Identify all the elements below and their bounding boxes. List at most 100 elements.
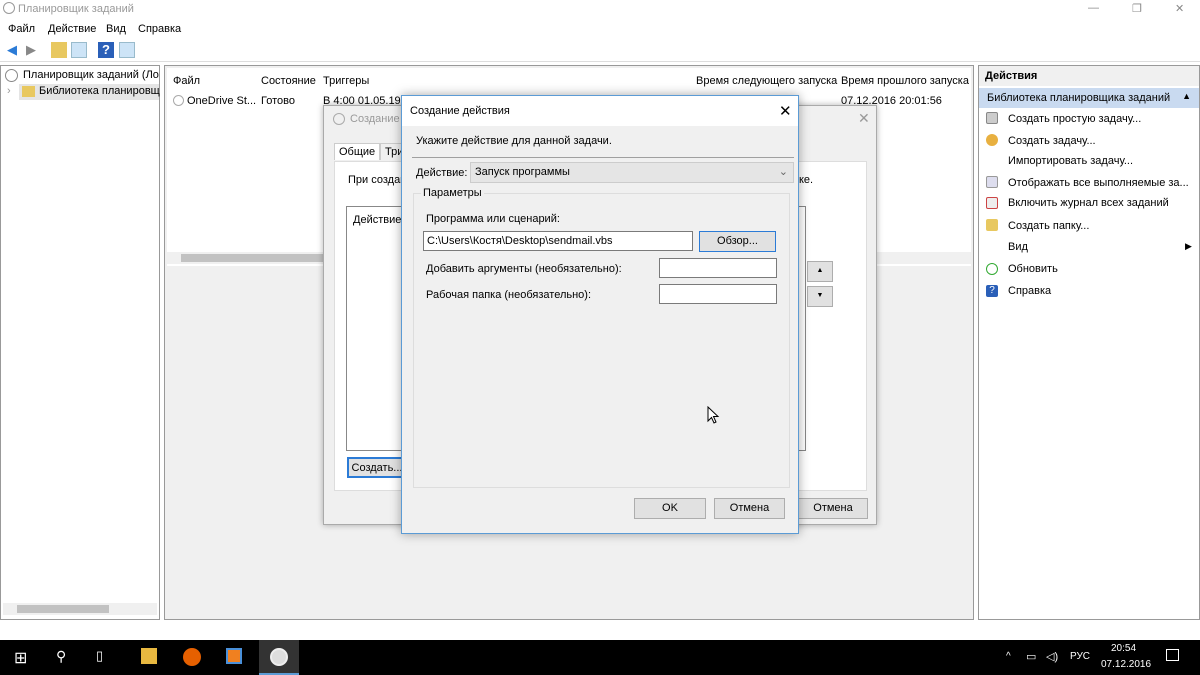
- volume-icon[interactable]: ◁): [1046, 650, 1058, 663]
- arguments-input[interactable]: [659, 258, 777, 278]
- new-folder-icon: [986, 219, 998, 231]
- dialog-description-end: ке.: [799, 174, 814, 186]
- dialog-title: Создание действия: [410, 105, 510, 117]
- column-header-last-run[interactable]: Время прошлого запуска: [841, 75, 969, 87]
- enable-log-icon: [986, 197, 998, 209]
- network-icon[interactable]: ▭: [1026, 650, 1036, 663]
- search-icon[interactable]: ⚲: [56, 648, 66, 665]
- forward-arrow-icon[interactable]: ▶: [23, 42, 39, 58]
- action-display-running[interactable]: Отображать все выполняемые за...: [1008, 177, 1189, 189]
- action-label: Действие:: [416, 167, 468, 179]
- cancel-button[interactable]: Отмена: [714, 498, 785, 519]
- new-action-dialog: Создание действия ✕ Укажите действие для…: [401, 95, 799, 534]
- file-explorer-icon[interactable]: [141, 648, 157, 664]
- clock-date[interactable]: 07.12.2016: [1101, 659, 1151, 670]
- chevron-down-icon: ⌄: [778, 166, 788, 178]
- taskbar: ⊞ ⚲ ▯ ^ ▭ ◁) РУС 20:54 07.12.2016: [0, 640, 1200, 675]
- help-icon: ?: [986, 285, 998, 297]
- language-indicator[interactable]: РУС: [1070, 651, 1090, 662]
- start-windows-icon[interactable]: ⊞: [14, 648, 27, 668]
- action-type-select[interactable]: Запуск программы ⌄: [470, 162, 794, 183]
- cancel-button[interactable]: Отмена: [798, 498, 868, 519]
- menu-help[interactable]: Справка: [138, 23, 181, 35]
- create-basic-task-icon: [986, 112, 998, 124]
- dialog-title-bar: Создание действия ✕: [402, 96, 798, 126]
- media-player-icon[interactable]: [226, 648, 242, 664]
- close-icon[interactable]: ✕: [779, 102, 792, 120]
- show-hide-tree-icon[interactable]: [71, 42, 87, 58]
- tree-item-library[interactable]: › Библиотека планировщ: [7, 84, 160, 100]
- ok-button[interactable]: OK: [634, 498, 706, 519]
- maximize-button[interactable]: ❐: [1132, 2, 1142, 15]
- actions-title: Действия: [979, 66, 1199, 86]
- collapse-icon[interactable]: ▲: [1182, 91, 1191, 101]
- actions-section-header[interactable]: Библиотека планировщика заданий ▲: [979, 88, 1199, 108]
- chevron-right-icon[interactable]: ›: [7, 85, 11, 97]
- show-hide-action-pane-icon[interactable]: [119, 42, 135, 58]
- move-up-button[interactable]: ▲: [807, 261, 833, 282]
- toolbar: ◀ ▶ ?: [0, 40, 1200, 62]
- tree-pane: Планировщик заданий (Лок › Библиотека пл…: [0, 65, 160, 620]
- dialog-title: Создание з: [350, 113, 408, 125]
- dialog-instruction: Укажите действие для данной задачи.: [416, 135, 612, 147]
- create-button[interactable]: Создать...: [347, 457, 407, 478]
- task-view-icon[interactable]: ▯: [96, 648, 103, 664]
- tab-general[interactable]: Общие: [334, 143, 381, 160]
- folder-clock-icon: [22, 86, 35, 97]
- column-header-next-run[interactable]: Время следующего запуска: [696, 75, 837, 87]
- action-refresh[interactable]: Обновить: [1008, 263, 1058, 275]
- move-down-button[interactable]: ▼: [807, 286, 833, 307]
- column-header-name[interactable]: Файл: [173, 75, 200, 87]
- task-scheduler-taskbar-button[interactable]: [259, 640, 299, 675]
- close-button[interactable]: ✕: [1175, 2, 1184, 15]
- tree-root[interactable]: Планировщик заданий (Лок: [23, 69, 159, 81]
- column-header-state[interactable]: Состояние: [261, 75, 316, 87]
- submenu-arrow-icon: ▶: [1185, 241, 1192, 251]
- firefox-icon[interactable]: [183, 648, 201, 666]
- column-header-triggers[interactable]: Триггеры: [323, 75, 369, 87]
- arguments-label: Добавить аргументы (необязательно):: [426, 263, 622, 275]
- help-icon[interactable]: ?: [98, 42, 114, 58]
- clock-icon: [173, 95, 184, 106]
- clock-icon: [333, 113, 345, 125]
- clock-icon: [3, 2, 15, 14]
- separator: [412, 157, 794, 158]
- action-create-task[interactable]: Создать задачу...: [1008, 135, 1096, 147]
- tree-item-label: Библиотека планировщ: [39, 85, 160, 97]
- task-name: OneDrive St...: [187, 95, 257, 107]
- up-folder-icon[interactable]: [51, 42, 67, 58]
- create-task-icon: [986, 134, 998, 146]
- actions-section-label: Библиотека планировщика заданий: [987, 92, 1171, 104]
- working-folder-label: Рабочая папка (необязательно):: [426, 289, 592, 301]
- running-tasks-icon: [986, 176, 998, 188]
- action-enable-history[interactable]: Включить журнал всех заданий: [1008, 197, 1169, 209]
- menu-view[interactable]: Вид: [106, 23, 126, 35]
- clock-time[interactable]: 20:54: [1111, 643, 1136, 654]
- menu-action[interactable]: Действие: [48, 23, 96, 35]
- action-help[interactable]: Справка: [1008, 285, 1051, 297]
- browse-button[interactable]: Обзор...: [699, 231, 776, 252]
- action-new-folder[interactable]: Создать папку...: [1008, 220, 1089, 232]
- menu-bar: Файл Действие Вид Справка: [0, 20, 1200, 38]
- clock-icon: [270, 648, 288, 666]
- column-header-action[interactable]: Действие: [353, 214, 401, 226]
- action-create-basic-task[interactable]: Создать простую задачу...: [1008, 113, 1141, 125]
- minimize-button[interactable]: —: [1088, 2, 1099, 14]
- title-bar: Планировщик заданий — ❐ ✕: [0, 0, 1200, 18]
- working-folder-input[interactable]: [659, 284, 777, 304]
- program-input[interactable]: C:\Users\Костя\Desktop\sendmail.vbs: [423, 231, 693, 251]
- back-arrow-icon[interactable]: ◀: [4, 42, 20, 58]
- window-title: Планировщик заданий: [18, 3, 134, 15]
- actions-pane: Действия Библиотека планировщика заданий…: [978, 65, 1200, 620]
- program-label: Программа или сценарий:: [426, 213, 560, 225]
- horizontal-scrollbar[interactable]: [3, 603, 157, 615]
- mouse-cursor-icon: [707, 406, 720, 424]
- action-import-task[interactable]: Импортировать задачу...: [1008, 155, 1133, 167]
- menu-file[interactable]: Файл: [8, 23, 35, 35]
- notifications-icon[interactable]: [1166, 649, 1179, 661]
- dialog-description: При создан: [348, 174, 407, 186]
- refresh-icon: [986, 263, 998, 275]
- action-view[interactable]: Вид: [1008, 241, 1028, 253]
- close-icon[interactable]: ✕: [858, 110, 870, 127]
- chevron-up-icon[interactable]: ^: [1006, 651, 1011, 662]
